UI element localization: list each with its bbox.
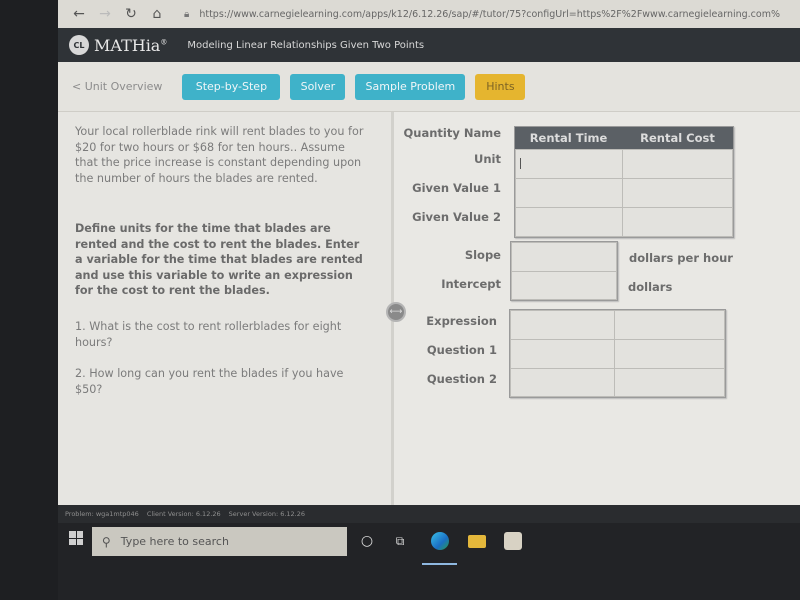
store-icon[interactable] — [504, 532, 522, 550]
logo-name: MATHia — [94, 35, 161, 55]
problem-id: Problem: wga1mtp046 — [65, 510, 139, 518]
carnegie-logo-icon: CL — [69, 35, 89, 55]
windows-start-icon[interactable] — [69, 531, 83, 545]
intercept-unit: dollars — [628, 280, 673, 294]
cell-given-value-2-time[interactable] — [515, 207, 623, 237]
solver-button[interactable]: Solver — [290, 73, 346, 100]
taskbar-search-input[interactable]: ⚲ Type here to search — [92, 527, 347, 556]
problem-panel: Your local rollerblade rink will rent bl… — [58, 112, 391, 505]
browser-toolbar: ← → ↻ ⌂ 🔒︎ https://www.carnegielearning.… — [58, 0, 800, 28]
cell-question-1-time[interactable] — [510, 339, 615, 369]
column-header-rental-cost: Rental Cost — [622, 127, 733, 149]
slope-label: Slope — [464, 248, 501, 262]
registered-mark: ® — [160, 38, 168, 47]
worksheet-table-top: Rental Time Rental Cost — [514, 126, 734, 238]
status-bar: Problem: wga1mtp046 Client Version: 6.12… — [58, 505, 800, 523]
cell-given-value-2-cost[interactable] — [622, 207, 733, 237]
cortana-icon[interactable]: ○ — [358, 532, 376, 550]
step-by-step-button[interactable]: Step-by-Step — [182, 73, 281, 100]
text-cursor — [520, 158, 521, 169]
lesson-title: Modeling Linear Relationships Given Two … — [187, 39, 425, 51]
quantity-name-label: Quantity Name — [403, 126, 501, 140]
row-label-question-2: Question 2 — [426, 372, 497, 386]
row-label-unit: Unit — [474, 152, 501, 166]
task-view-icon[interactable]: ⧉ — [391, 532, 409, 550]
lock-icon: 🔒︎ — [184, 8, 190, 20]
problem-intro: Your local rollerblade rink will rent bl… — [75, 125, 364, 185]
slope-unit: dollars per hour — [629, 251, 733, 265]
arrow-right-icon[interactable]: → — [92, 6, 118, 22]
cell-given-value-1-time[interactable] — [515, 178, 623, 208]
server-version: Server Version: 6.12.26 — [228, 510, 306, 518]
file-explorer-icon[interactable] — [468, 535, 486, 548]
cell-question-2-cost[interactable] — [614, 368, 725, 397]
hints-button[interactable]: Hints — [475, 73, 526, 100]
active-app-indicator — [422, 563, 457, 565]
edge-icon[interactable] — [431, 532, 449, 550]
column-header-rental-time: Rental Time — [515, 127, 622, 149]
cell-question-1-cost[interactable] — [614, 339, 725, 369]
worksheet-table-bottom — [509, 309, 726, 398]
question-2-text: 2. How long can you rent the blades if y… — [75, 367, 344, 396]
resize-handle-icon[interactable]: ⟷ — [386, 302, 406, 322]
screen: ← → ↻ ⌂ 🔒︎ https://www.carnegielearning.… — [58, 0, 800, 600]
search-icon: ⚲ — [102, 534, 111, 549]
intercept-label: Intercept — [441, 277, 501, 291]
cell-given-value-1-cost[interactable] — [622, 178, 733, 208]
windows-taskbar: ⚲ Type here to search ○ ⧉ — [58, 523, 800, 600]
cell-question-2-time[interactable] — [510, 368, 615, 397]
row-label-given-value-2: Given Value 2 — [412, 210, 501, 224]
sample-problem-button[interactable]: Sample Problem — [355, 73, 466, 100]
row-label-given-value-1: Given Value 1 — [412, 181, 501, 195]
cell-unit-rental-cost[interactable] — [622, 149, 733, 179]
slope-intercept-table — [510, 241, 618, 301]
row-label-question-1: Question 1 — [426, 343, 497, 357]
arrow-left-icon[interactable]: ← — [66, 6, 92, 22]
address-bar[interactable]: https://www.carnegielearning.com/apps/k1… — [199, 9, 780, 20]
mathia-logo: MATHia® — [94, 36, 167, 55]
cell-unit-rental-time[interactable] — [515, 149, 623, 179]
worksheet-panel: Quantity Name Unit Given Value 1 Given V… — [394, 112, 800, 505]
app-header: CL MATHia® Modeling Linear Relationships… — [58, 28, 800, 62]
reload-icon[interactable]: ↻ — [118, 6, 144, 22]
cell-expression-cost[interactable] — [614, 310, 725, 340]
slope-input[interactable] — [511, 242, 617, 272]
intercept-input[interactable] — [511, 271, 617, 300]
home-icon[interactable]: ⌂ — [144, 6, 170, 22]
unit-overview-link[interactable]: < Unit Overview — [72, 80, 162, 93]
tutor-toolbar: < Unit Overview Step-by-Step Solver Samp… — [58, 62, 800, 112]
search-placeholder: Type here to search — [120, 535, 229, 548]
problem-instructions: Define units for the time that blades ar… — [75, 222, 363, 297]
cell-expression-time[interactable] — [510, 310, 615, 340]
question-1-text: 1. What is the cost to rent rollerblades… — [75, 320, 342, 349]
client-version: Client Version: 6.12.26 — [146, 510, 221, 518]
